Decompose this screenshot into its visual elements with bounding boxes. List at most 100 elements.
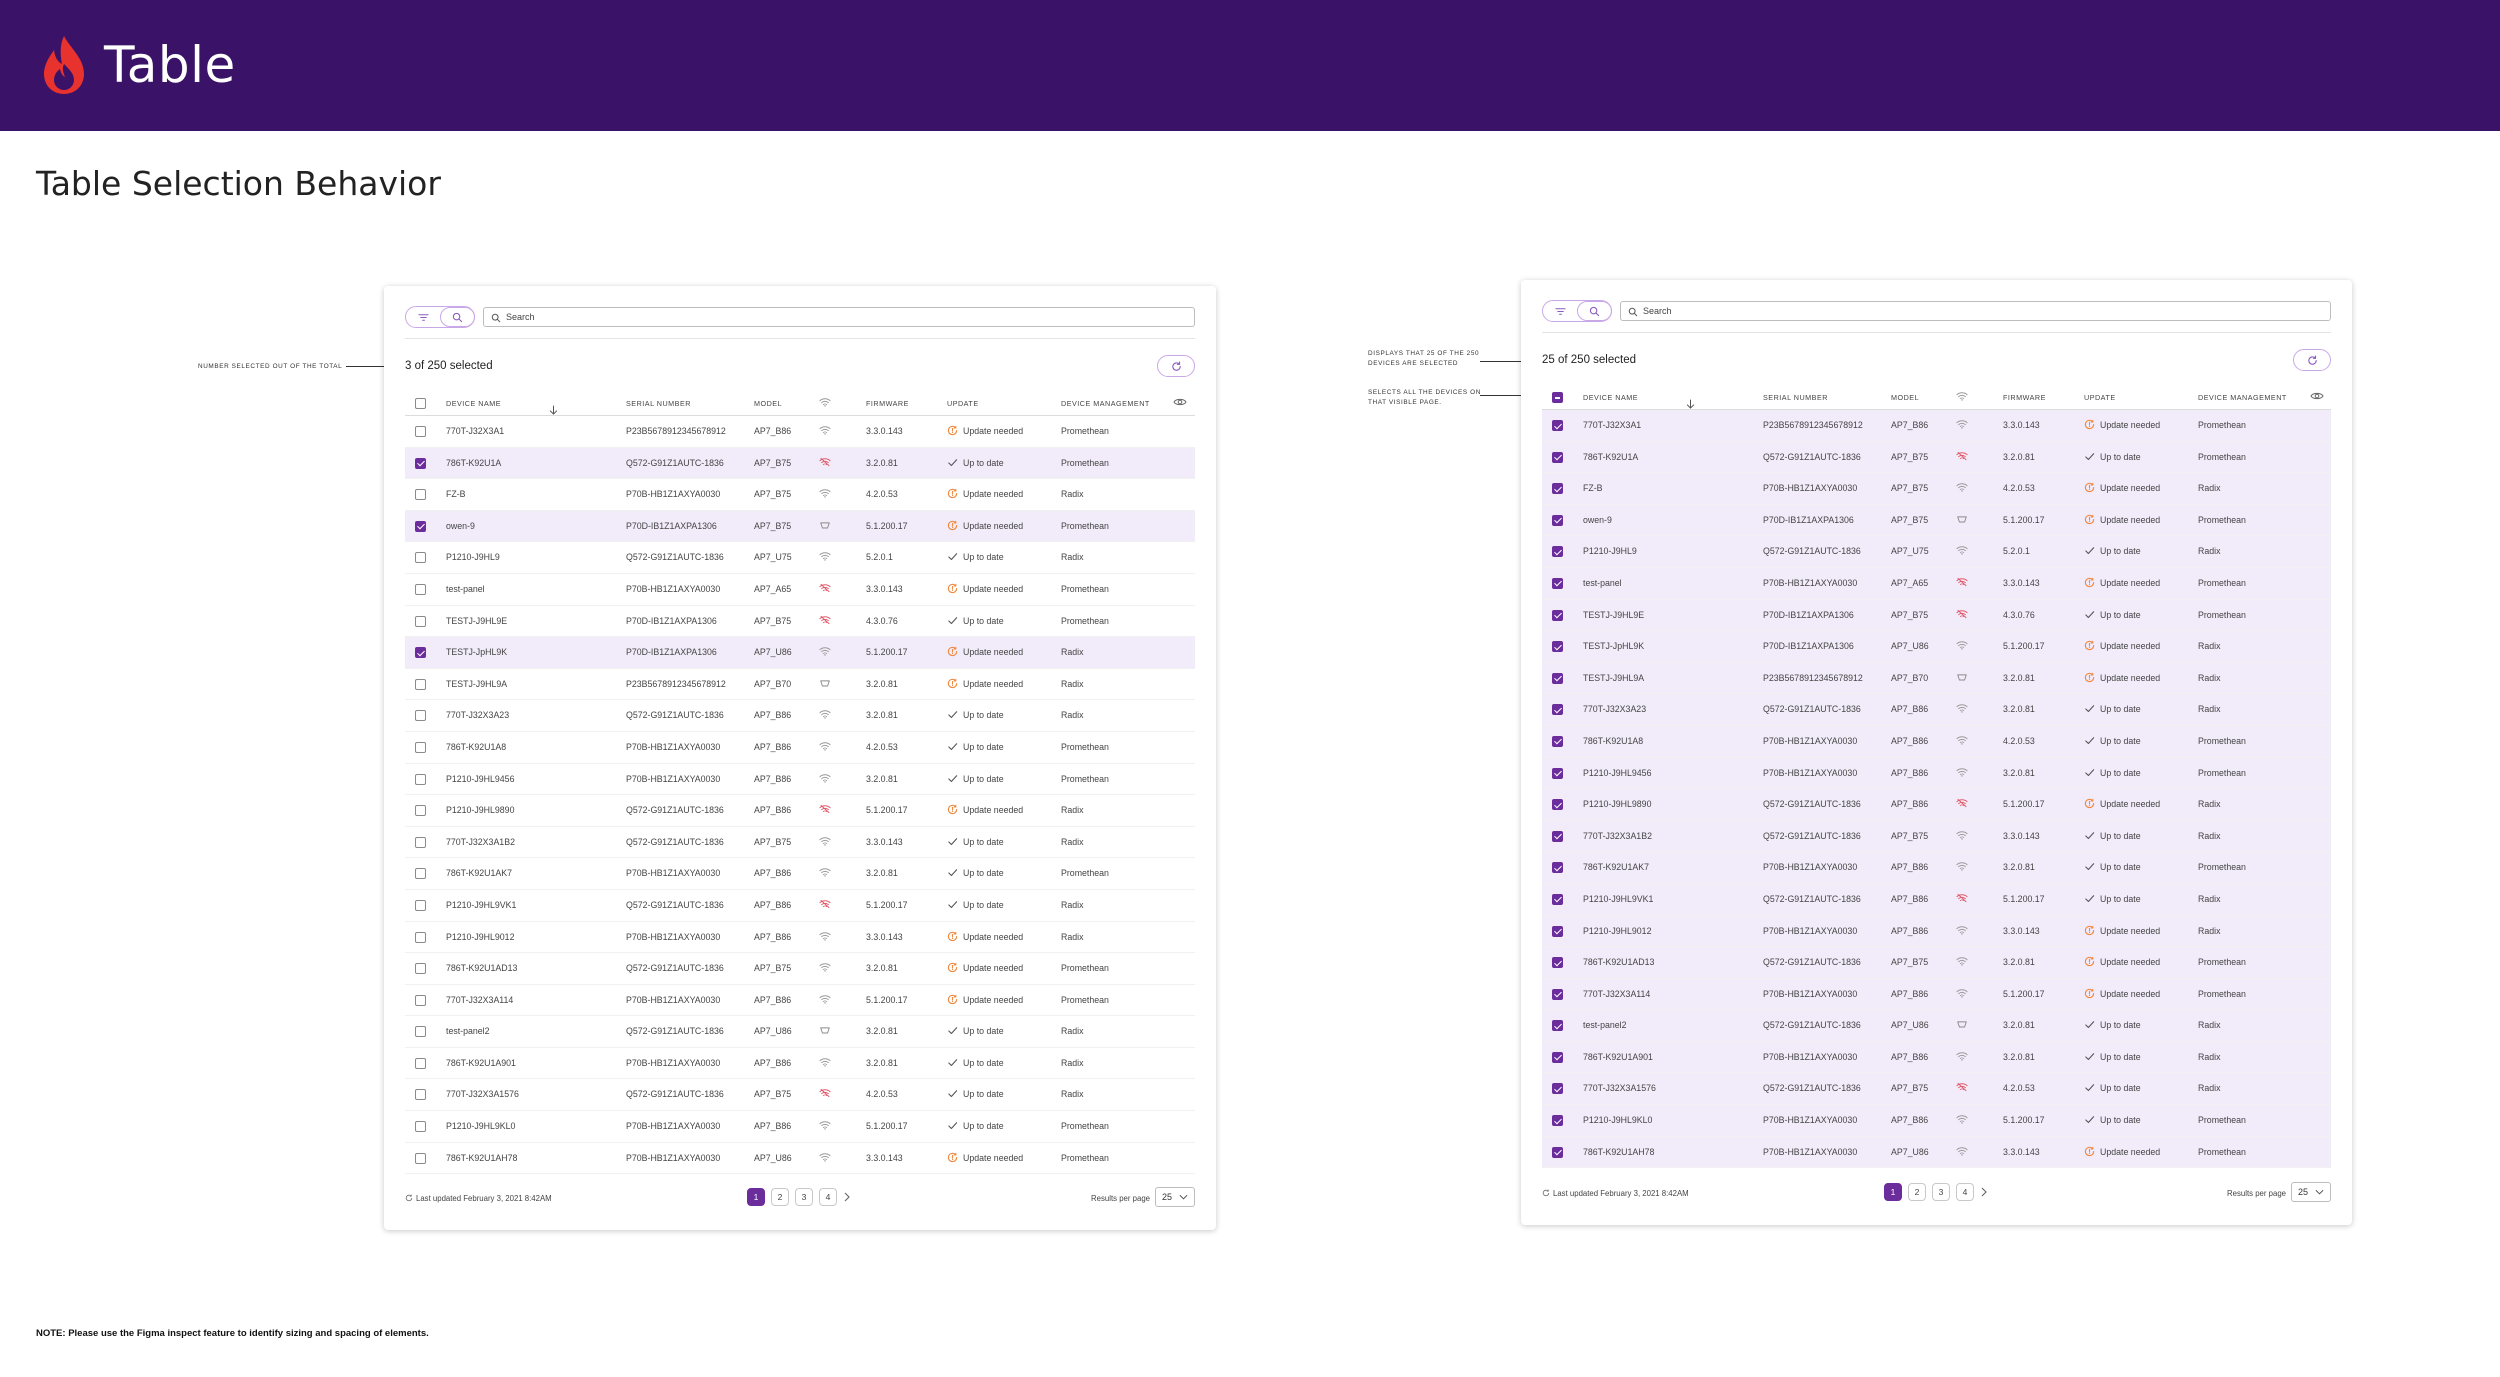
table-row[interactable]: P1210-J9HL9890 Q572-G91Z1AUTC-1836 AP7_B86… <box>405 795 1195 827</box>
table-row[interactable]: P1210-J9HL9012 P70B-HB1Z1AXYA0030 AP7_B86 3… <box>1542 915 2331 948</box>
select-all-checkbox[interactable] <box>1552 392 1563 403</box>
row-checkbox[interactable] <box>1552 1115 1563 1127</box>
table-row[interactable]: P1210-J9HL9 Q572-G91Z1AUTC-1836 AP7_U75 5.2… <box>1542 536 2331 568</box>
search-toggle-button[interactable] <box>440 307 475 327</box>
table-row[interactable]: 786T-K92U1AH78 P70B-HB1Z1AXYA0030 AP7_U86 3… <box>1542 1136 2331 1169</box>
column-header-update[interactable]: UPDATE <box>947 399 979 408</box>
select-all-checkbox[interactable] <box>415 398 426 409</box>
column-header-serial-number[interactable]: SERIAL NUMBER <box>626 399 691 408</box>
column-header-device-name[interactable]: DEVICE NAME <box>446 399 558 415</box>
row-checkbox[interactable] <box>415 426 426 437</box>
table-row[interactable]: 786T-K92U1A901 P70B-HB1Z1AXYA0030 AP7_B86 3… <box>1542 1041 2331 1074</box>
column-header-device-name[interactable]: DEVICE NAME <box>1583 393 1695 409</box>
row-checkbox[interactable] <box>415 868 426 880</box>
table-row[interactable]: TESTJ-J9HL9A P23B5678912345678912 AP7_B70 3… <box>1542 662 2331 695</box>
row-checkbox[interactable] <box>1552 514 1563 526</box>
row-checkbox[interactable] <box>1552 420 1563 431</box>
table-row[interactable]: P1210-J9HL9VK1 Q572-G91Z1AUTC-1836 AP7_B86… <box>1542 883 2331 916</box>
table-row[interactable]: 786T-K92U1AD13 Q572-G91Z1AUTC-1836 AP7_B75… <box>405 953 1195 985</box>
column-header-connection[interactable] <box>1956 391 1968 403</box>
search-input[interactable] <box>506 310 1145 324</box>
filter-button[interactable] <box>406 307 441 327</box>
table-row[interactable]: P1210-J9HL9KL0 P70B-HB1Z1AXYA0030 AP7_B86 5… <box>405 1111 1195 1143</box>
table-row[interactable]: FZ-B P70B-HB1Z1AXYA0030 AP7_B75 4.2.0.53 Upd… <box>1542 473 2331 505</box>
table-row[interactable]: test-panel2 Q572-G91Z1AUTC-1836 AP7_U86 3.2… <box>1542 1010 2331 1042</box>
row-checkbox[interactable] <box>415 615 426 627</box>
column-header-update[interactable]: UPDATE <box>2084 393 2116 402</box>
row-checkbox[interactable] <box>415 1152 426 1164</box>
row-checkbox[interactable] <box>1552 988 1563 1000</box>
table-row[interactable]: TESTJ-JpHL9K P70D-IB1Z1AXPA1306 AP7_U86 5.1… <box>405 637 1195 669</box>
table-row[interactable]: 786T-K92U1A8 P70B-HB1Z1AXYA0030 AP7_B86 4.2… <box>405 732 1195 764</box>
page-button-2[interactable]: 2 <box>771 1188 789 1206</box>
sort-arrow-down-icon[interactable] <box>549 405 558 416</box>
table-row[interactable]: 770T-J32X3A114 P70B-HB1Z1AXYA0030 AP7_B86 5… <box>405 985 1195 1017</box>
table-row[interactable]: 770T-J32X3A23 Q572-G91Z1AUTC-1836 AP7_B86 3… <box>405 700 1195 732</box>
table-row[interactable]: TESTJ-JpHL9K P70D-IB1Z1AXPA1306 AP7_U86 5.1… <box>1542 631 2331 663</box>
table-row[interactable]: 770T-J32X3A1 P23B5678912345678912 AP7_B86 3… <box>405 416 1195 448</box>
row-checkbox[interactable] <box>415 773 426 785</box>
table-row[interactable]: TESTJ-J9HL9A P23B5678912345678912 AP7_B70 3… <box>405 669 1195 701</box>
column-header-device-management[interactable]: DEVICE MANAGEMENT <box>1061 399 1150 408</box>
table-row[interactable]: 786T-K92U1A901 P70B-HB1Z1AXYA0030 AP7_B86 3… <box>405 1048 1195 1080</box>
table-row[interactable]: 770T-J32X3A1B2 Q572-G91Z1AUTC-1836 AP7_B75… <box>405 827 1195 859</box>
column-header-firmware[interactable]: FIRMWARE <box>2003 393 2046 402</box>
table-row[interactable]: TESTJ-J9HL9E P70D-IB1Z1AXPA1306 AP7_B75 4.3… <box>1542 599 2331 632</box>
table-row[interactable]: 770T-J32X3A1576 Q572-G91Z1AUTC-1836 AP7_B7… <box>1542 1073 2331 1106</box>
table-row[interactable]: TESTJ-J9HL9E P70D-IB1Z1AXPA1306 AP7_B75 4.3… <box>405 606 1195 638</box>
row-checkbox[interactable] <box>415 520 426 532</box>
column-header-device-management[interactable]: DEVICE MANAGEMENT <box>2198 393 2287 402</box>
column-visibility-button[interactable] <box>1173 397 1187 409</box>
row-checkbox[interactable] <box>415 457 426 469</box>
table-row[interactable]: 786T-K92U1AK7 P70B-HB1Z1AXYA0030 AP7_B86 3.… <box>1542 852 2331 884</box>
table-row[interactable]: 770T-J32X3A114 P70B-HB1Z1AXYA0030 AP7_B86 5… <box>1542 978 2331 1011</box>
row-checkbox[interactable] <box>415 710 426 722</box>
column-header-serial-number[interactable]: SERIAL NUMBER <box>1763 393 1828 402</box>
row-checkbox[interactable] <box>1552 1083 1563 1095</box>
page-button-3[interactable]: 3 <box>795 1188 813 1206</box>
table-row[interactable]: P1210-J9HL9456 P70B-HB1Z1AXYA0030 AP7_B86 3… <box>1542 757 2331 790</box>
row-checkbox[interactable] <box>415 836 426 848</box>
table-row[interactable]: 786T-K92U1A Q572-G91Z1AUTC-1836 AP7_B75 3.2… <box>405 447 1195 480</box>
row-checkbox[interactable] <box>415 583 426 595</box>
table-row[interactable]: 786T-K92U1AD13 Q572-G91Z1AUTC-1836 AP7_B75… <box>1542 947 2331 979</box>
row-checkbox[interactable] <box>1552 609 1563 621</box>
column-header-connection[interactable] <box>819 397 831 409</box>
row-checkbox[interactable] <box>1552 451 1563 463</box>
row-checkbox[interactable] <box>1552 735 1563 747</box>
results-per-page-select[interactable]: 25 <box>1155 1187 1195 1207</box>
row-checkbox[interactable] <box>415 805 426 817</box>
row-checkbox[interactable] <box>1552 893 1563 905</box>
search-toggle-button[interactable] <box>1577 301 1612 321</box>
table-row[interactable]: FZ-B P70B-HB1Z1AXYA0030 AP7_B75 4.2.0.53 Upd… <box>405 479 1195 511</box>
table-row[interactable]: 770T-J32X3A1B2 Q572-G91Z1AUTC-1836 AP7_B75… <box>1542 820 2331 853</box>
sort-arrow-down-icon[interactable] <box>1686 399 1695 410</box>
column-header-model[interactable]: MODEL <box>754 399 782 408</box>
row-checkbox[interactable] <box>1552 577 1563 589</box>
row-checkbox[interactable] <box>1552 641 1563 653</box>
table-row[interactable]: 770T-J32X3A1576 Q572-G91Z1AUTC-1836 AP7_B7… <box>405 1079 1195 1112</box>
row-checkbox[interactable] <box>1552 767 1563 779</box>
filter-button[interactable] <box>1543 301 1578 321</box>
table-row[interactable]: test-panel P70B-HB1Z1AXYA0030 AP7_A65 3.3.0… <box>1542 567 2331 600</box>
row-checkbox[interactable] <box>415 1089 426 1101</box>
row-checkbox[interactable] <box>1552 830 1563 842</box>
search-field[interactable] <box>483 307 1195 327</box>
page-button-4[interactable]: 4 <box>1956 1183 1974 1201</box>
table-row[interactable]: owen-9 P70D-IB1Z1AXPA1306 AP7_B75 5.1.200.1… <box>1542 504 2331 537</box>
table-row[interactable]: 770T-J32X3A23 Q572-G91Z1AUTC-1836 AP7_B86 3… <box>1542 694 2331 726</box>
row-checkbox[interactable] <box>1552 957 1563 969</box>
table-row[interactable]: test-panel2 Q572-G91Z1AUTC-1836 AP7_U86 3.2… <box>405 1016 1195 1048</box>
row-checkbox[interactable] <box>415 931 426 943</box>
row-checkbox[interactable] <box>415 647 426 659</box>
column-header-firmware[interactable]: FIRMWARE <box>866 399 909 408</box>
row-checkbox[interactable] <box>1552 862 1563 874</box>
row-checkbox[interactable] <box>415 741 426 753</box>
column-visibility-button[interactable] <box>2310 391 2324 403</box>
table-row[interactable]: 786T-K92U1A Q572-G91Z1AUTC-1836 AP7_B75 3.2… <box>1542 441 2331 474</box>
row-checkbox[interactable] <box>415 489 426 501</box>
table-row[interactable]: P1210-J9HL9012 P70B-HB1Z1AXYA0030 AP7_B86 3… <box>405 922 1195 954</box>
refresh-button[interactable] <box>2293 349 2331 371</box>
table-row[interactable]: 786T-K92U1AH78 P70B-HB1Z1AXYA0030 AP7_U86 3… <box>405 1143 1195 1175</box>
row-checkbox[interactable] <box>1552 1051 1563 1063</box>
